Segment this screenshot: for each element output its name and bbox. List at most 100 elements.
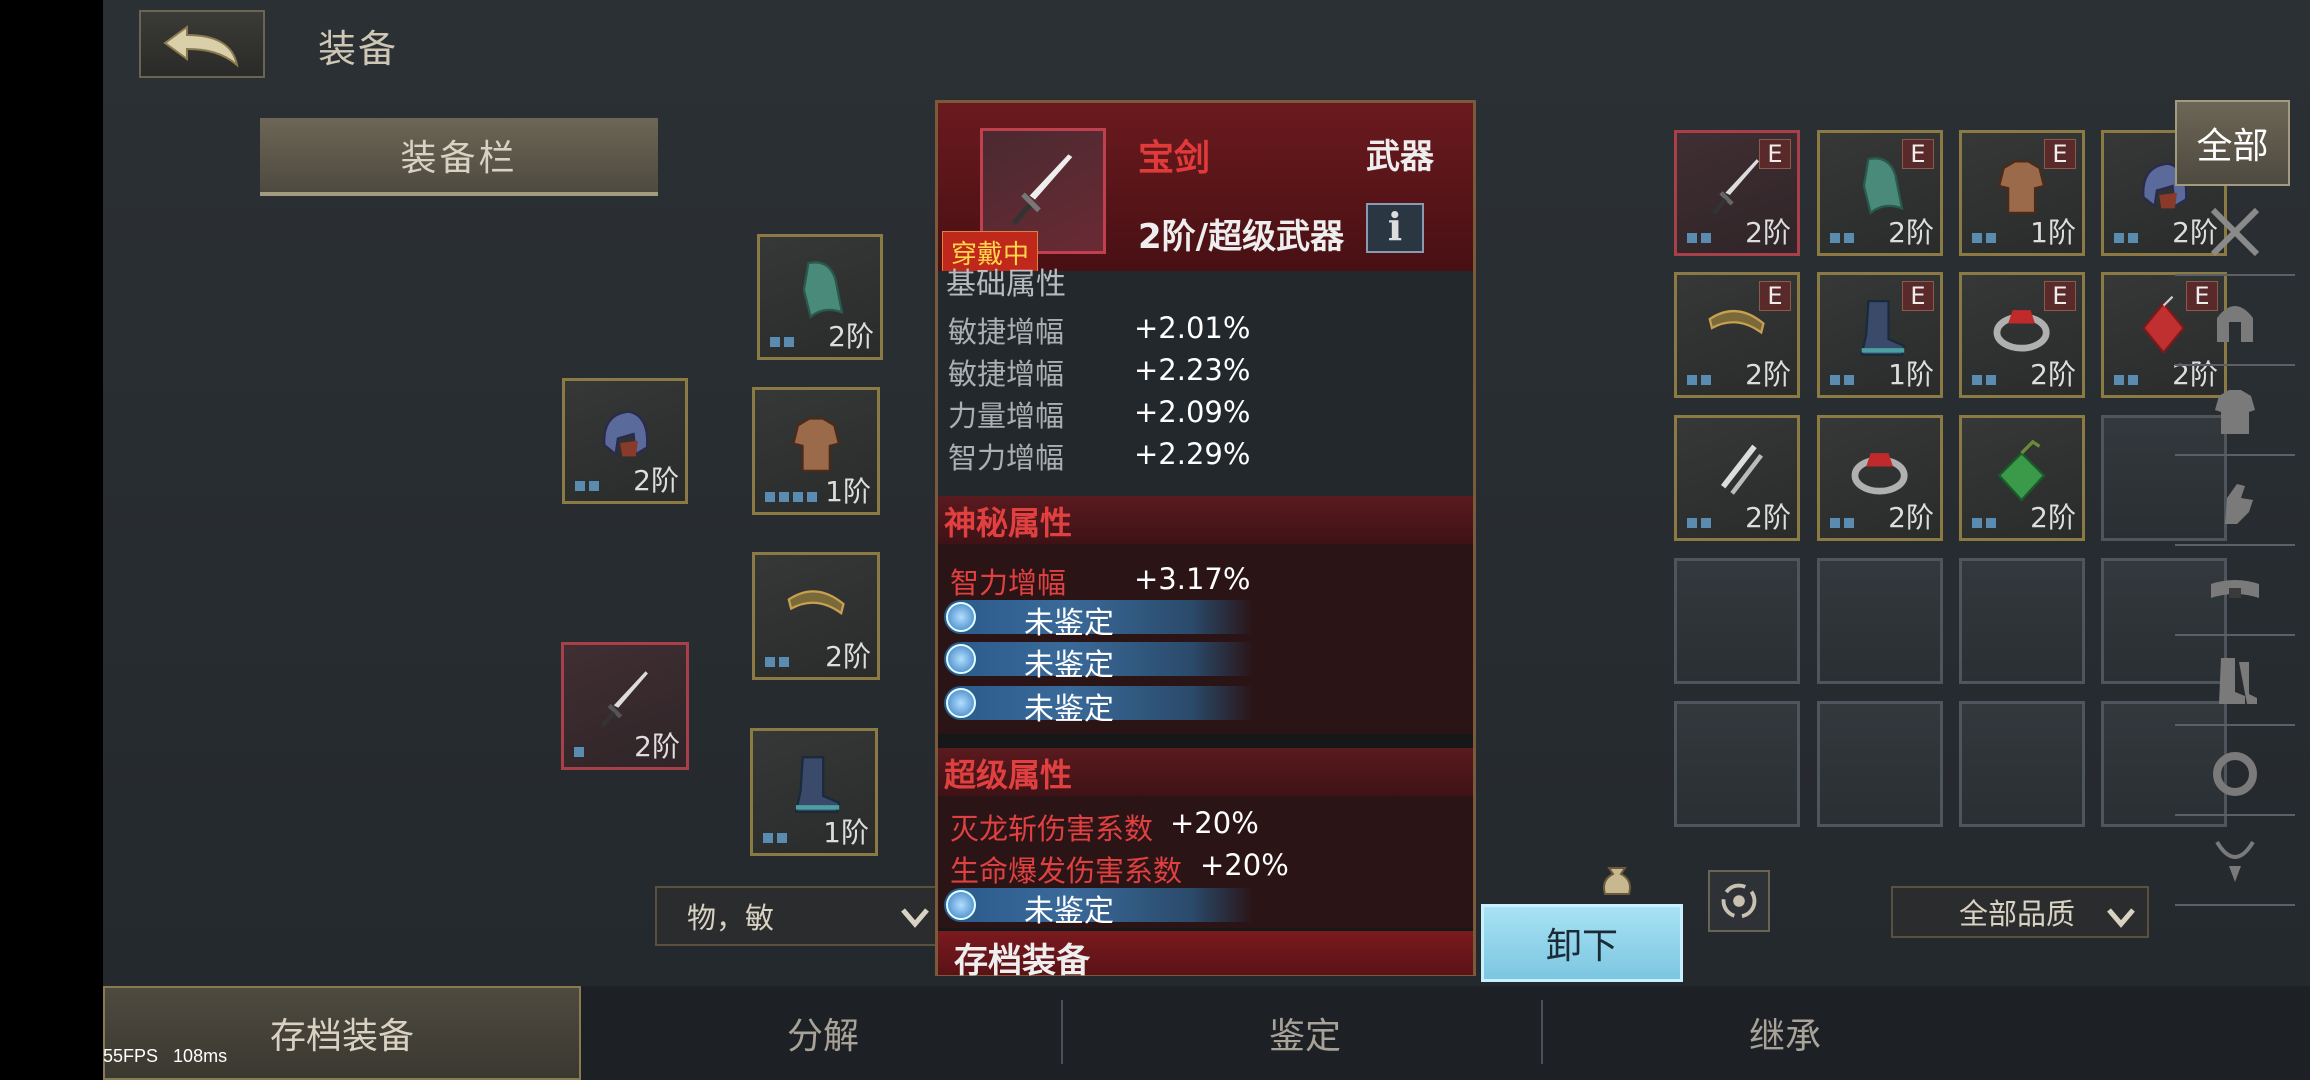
- slot-level: 2阶: [633, 464, 679, 497]
- slot-level: 2阶: [2030, 501, 2076, 534]
- category-belt[interactable]: [2175, 550, 2295, 636]
- bag-icon[interactable]: [1597, 858, 1637, 898]
- category-armor[interactable]: [2175, 370, 2295, 456]
- inventory-slot-empty[interactable]: [1817, 558, 1943, 684]
- mystic-attributes-title: 神秘属性: [944, 504, 1073, 542]
- attribute-filter-dropdown[interactable]: 物，敏: [655, 886, 943, 946]
- quality-filter-dropdown[interactable]: 全部品质: [1891, 886, 2149, 938]
- inventory-slot[interactable]: E 2阶: [1959, 272, 2085, 398]
- popup-footer-label: 存档装备: [954, 941, 1090, 981]
- unidentified-attr: 未鉴定: [944, 686, 1254, 727]
- category-necklace[interactable]: [2175, 820, 2295, 906]
- equipped-badge: E: [1902, 139, 1934, 169]
- equipped-helmet-slot[interactable]: 2阶: [562, 378, 688, 504]
- inventory-slot-empty[interactable]: [1817, 701, 1943, 827]
- equipped-cloak-slot[interactable]: 2阶: [757, 234, 883, 360]
- slot-level: 2阶: [2030, 358, 2076, 391]
- page-title: 装备: [318, 27, 399, 71]
- attr-value: +20%: [1170, 806, 1259, 840]
- popup-header: 穿戴中 宝剑 武器 2阶/超级武器 i: [938, 103, 1473, 274]
- inventory-slot[interactable]: E 2阶: [1674, 130, 1800, 256]
- helmet-icon: [2217, 306, 2253, 342]
- attribute-filter-label: 物，敏: [687, 901, 775, 935]
- slot-level: 2阶: [1888, 501, 1934, 534]
- equipped-badge: E: [2044, 139, 2076, 169]
- item-detail-popup: 穿戴中 宝剑 武器 2阶/超级武器 i 基础属性 敏捷增幅 +2.01% 敏捷增…: [935, 100, 1476, 981]
- attr-name: 生命爆发伤害系数: [950, 854, 1183, 888]
- cycle-button[interactable]: [1708, 870, 1770, 932]
- unequip-button[interactable]: 卸下: [1481, 904, 1683, 982]
- category-helmet[interactable]: [2175, 280, 2295, 366]
- inventory-slot[interactable]: E 2阶: [1674, 272, 1800, 398]
- belt-icon: [2211, 580, 2259, 598]
- unidentified-label: 未鉴定: [1024, 648, 1114, 683]
- equipped-sword-slot[interactable]: 2阶: [561, 642, 689, 770]
- armor-icon: [2215, 390, 2255, 434]
- slot-gems: [2114, 233, 2138, 243]
- quality-filter-label: 全部品质: [1959, 897, 2076, 931]
- unidentified-attr: 未鉴定: [944, 642, 1254, 683]
- attr-name: 力量增幅: [948, 399, 1065, 433]
- slot-level: 1阶: [2030, 216, 2076, 249]
- inventory-slot-empty[interactable]: [1674, 558, 1800, 684]
- slot-gems: [765, 657, 789, 667]
- inventory-slot[interactable]: E 2阶: [1817, 130, 1943, 256]
- tab-dismantle[interactable]: 分解: [581, 986, 1065, 1080]
- inventory-slot[interactable]: E 1阶: [1817, 272, 1943, 398]
- info-button[interactable]: i: [1366, 203, 1424, 253]
- gem-icon: [946, 602, 976, 632]
- equipment-screen: 装备 装备栏 2阶 2阶 1阶 2阶 2阶 1阶 物，敏 穿戴中 宝剑 武器 2…: [103, 0, 2310, 1080]
- category-weapon[interactable]: [2175, 190, 2295, 276]
- super-attributes-title: 超级属性: [944, 756, 1073, 794]
- category-gauntlet[interactable]: [2175, 460, 2295, 546]
- category-boots[interactable]: [2175, 640, 2295, 726]
- slot-level: 2阶: [1888, 216, 1934, 249]
- attr-value: +2.09%: [1134, 395, 1251, 429]
- equipped-boots-slot[interactable]: 1阶: [750, 728, 878, 856]
- unidentified-label: 未鉴定: [1024, 894, 1114, 929]
- slot-level: 1阶: [825, 475, 871, 508]
- crossed-swords-icon: [2210, 207, 2260, 257]
- tab-identify[interactable]: 鉴定: [1065, 986, 1545, 1080]
- base-attributes-title: 基础属性: [946, 267, 1066, 302]
- slot-gems: [1687, 233, 1711, 243]
- attr-value: +3.17%: [1134, 562, 1251, 596]
- slot-level: 1阶: [1888, 358, 1934, 391]
- ring-icon: [2213, 752, 2257, 796]
- boots-icon: [2219, 658, 2257, 704]
- equipped-badge: E: [1759, 281, 1791, 311]
- slot-level: 2阶: [1745, 358, 1791, 391]
- chevron-down-icon: [2107, 908, 2135, 928]
- slot-gems: [1972, 233, 1996, 243]
- category-all[interactable]: 全部: [2175, 100, 2290, 186]
- attr-name: 敏捷增幅: [948, 315, 1065, 349]
- tab-inherit[interactable]: 继承: [1545, 986, 2025, 1080]
- category-ring[interactable]: [2175, 730, 2295, 816]
- gem-icon: [946, 688, 976, 718]
- sword-icon: [1011, 154, 1073, 226]
- slot-gems: [1830, 375, 1854, 385]
- attr-value: +2.01%: [1134, 311, 1251, 345]
- slot-level: 2阶: [1745, 501, 1791, 534]
- attr-name: 灭龙斩伤害系数: [950, 812, 1154, 846]
- slot-level: 2阶: [634, 730, 680, 763]
- slot-gems: [1687, 375, 1711, 385]
- equipped-bracelet-slot[interactable]: 2阶: [752, 552, 880, 680]
- slot-gems: [1830, 518, 1854, 528]
- inventory-slot[interactable]: 2阶: [1817, 415, 1943, 541]
- inventory-slot[interactable]: 2阶: [1674, 415, 1800, 541]
- slot-gems: [575, 481, 599, 491]
- tab-equipment-bar[interactable]: 装备栏: [260, 118, 658, 196]
- inventory-slot-empty[interactable]: [1674, 701, 1800, 827]
- equipped-armor-slot[interactable]: 1阶: [752, 387, 880, 515]
- slot-gems: [770, 337, 794, 347]
- equipped-badge: E: [2044, 281, 2076, 311]
- slot-gems: [763, 833, 787, 843]
- inventory-slot-empty[interactable]: [1959, 701, 2085, 827]
- slot-level: 2阶: [825, 640, 871, 673]
- inventory-slot[interactable]: 2阶: [1959, 415, 2085, 541]
- necklace-icon: [2215, 840, 2255, 882]
- inventory-slot[interactable]: E 1阶: [1959, 130, 2085, 256]
- back-button[interactable]: [139, 10, 265, 78]
- inventory-slot-empty[interactable]: [1959, 558, 2085, 684]
